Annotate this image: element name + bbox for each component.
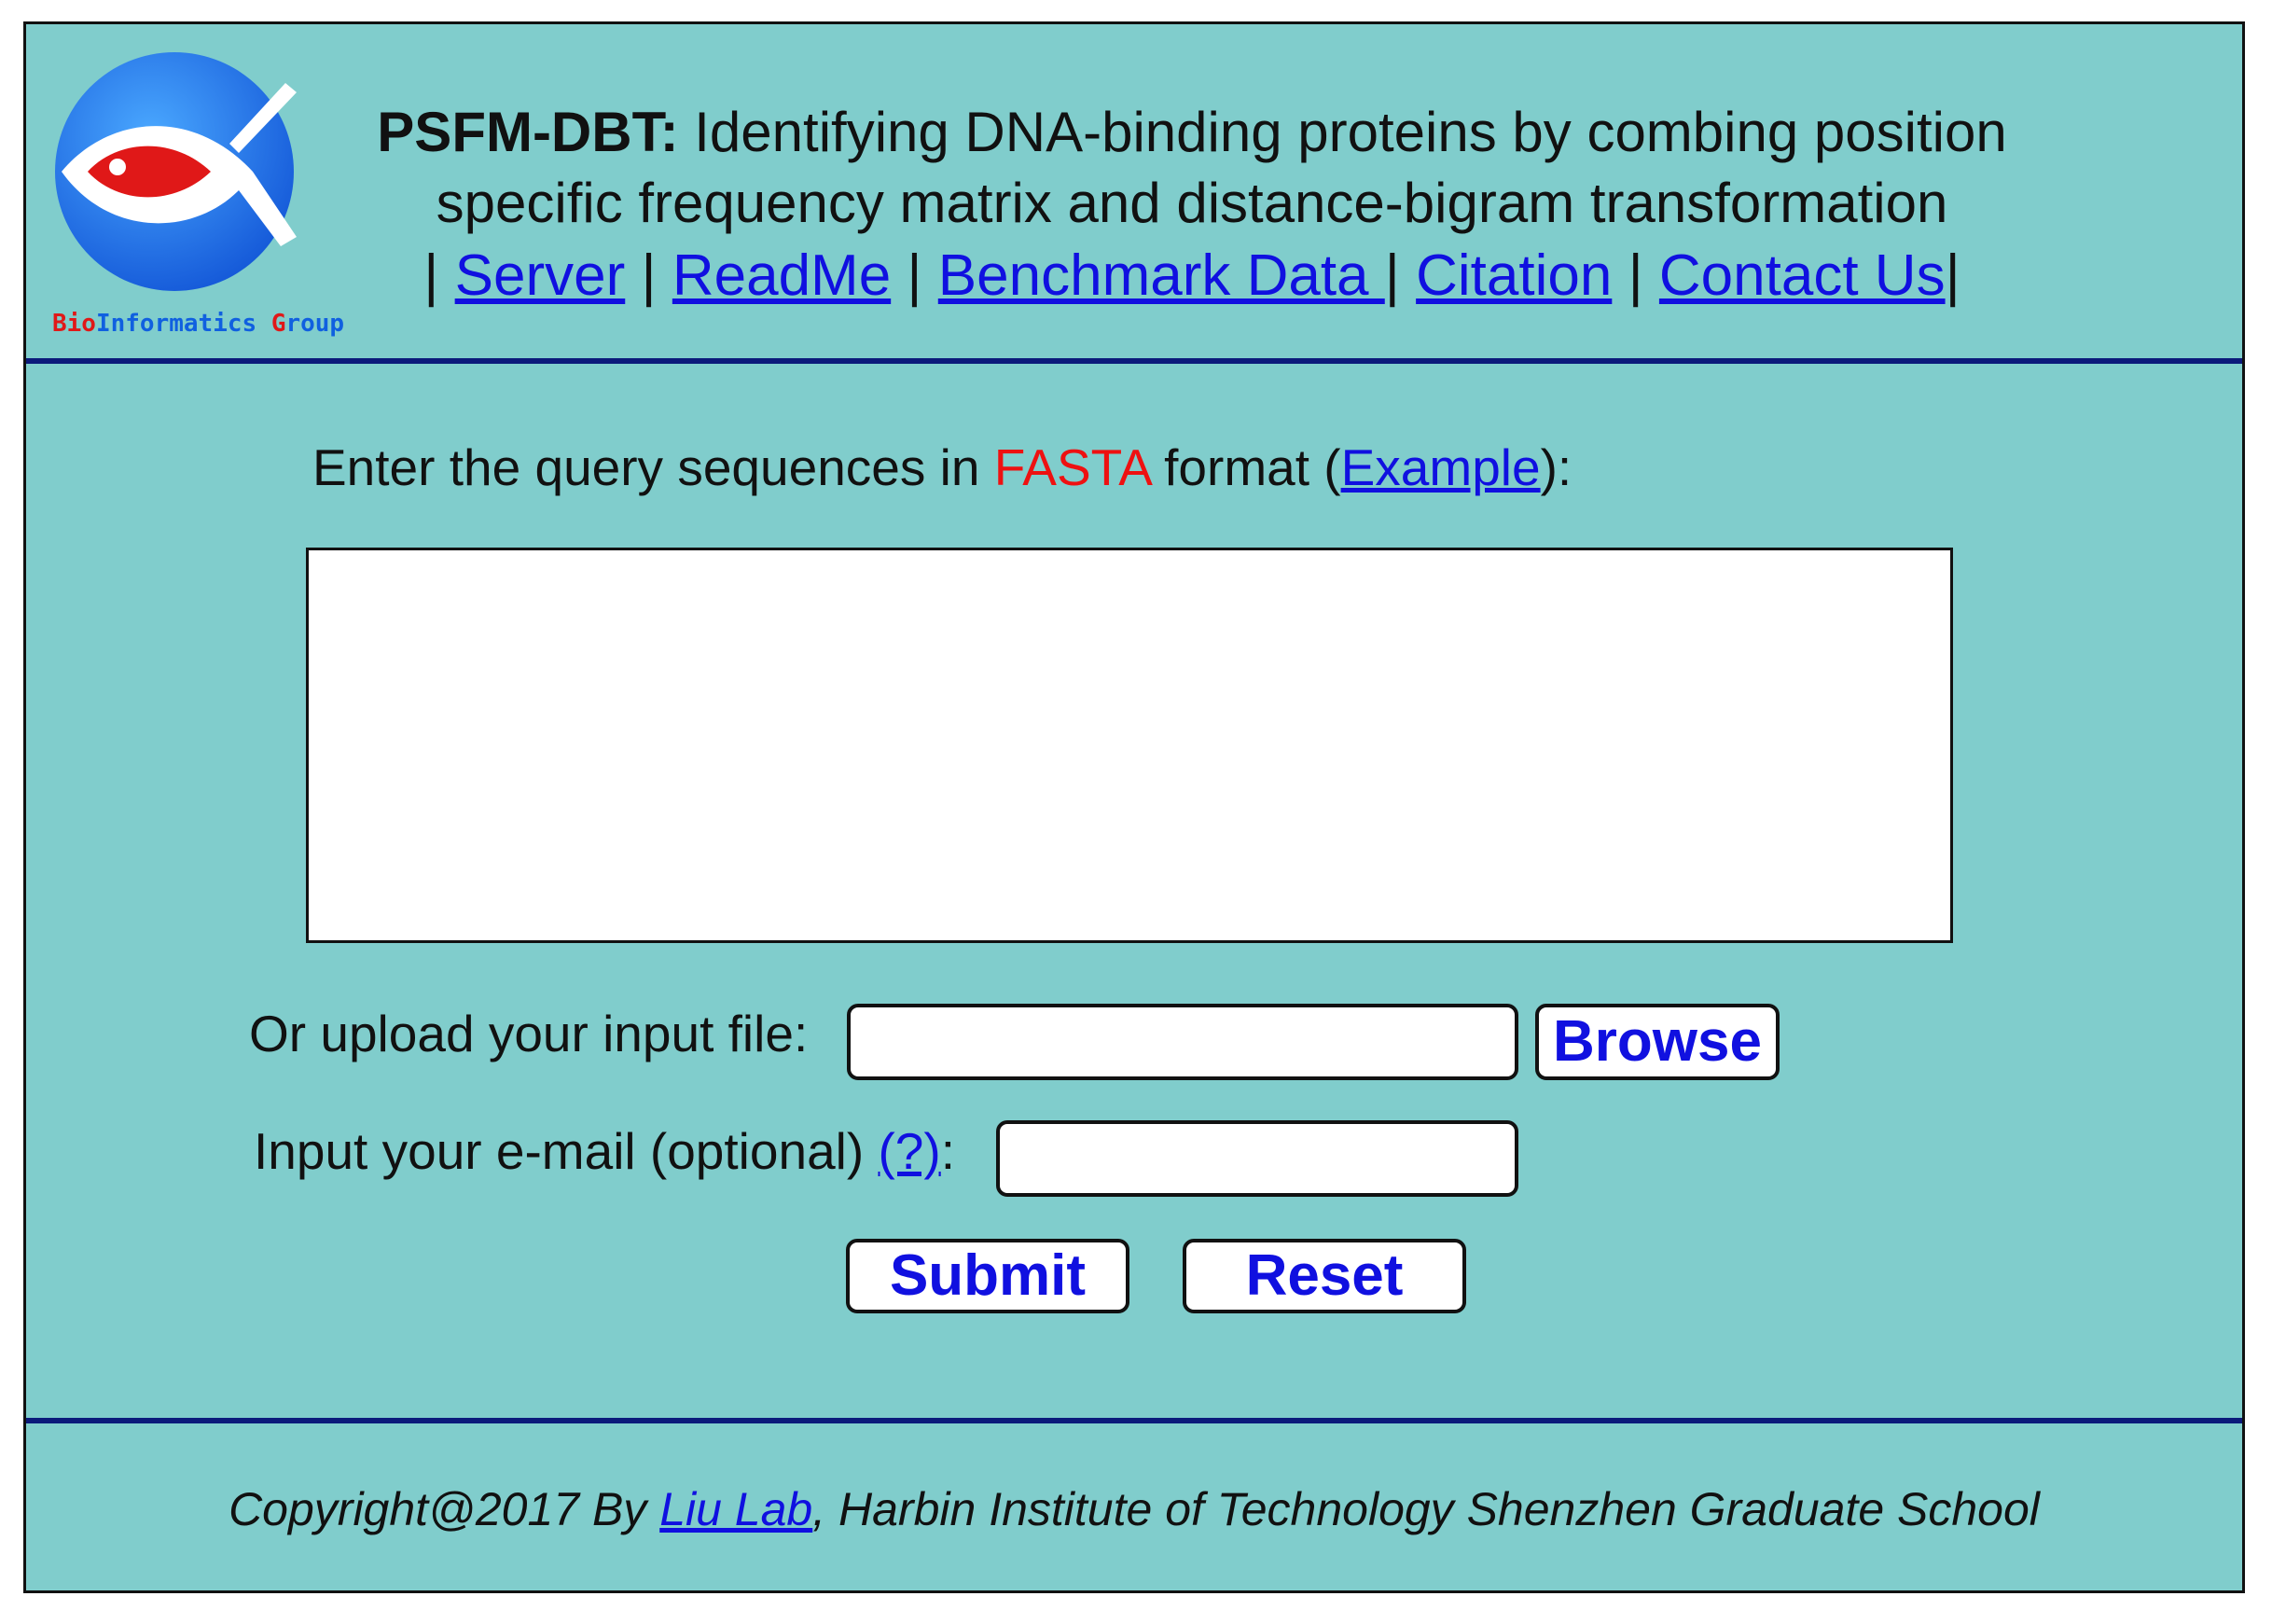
browse-button[interactable]: Browse xyxy=(1535,1004,1780,1080)
bioinformatics-logo: BioInformatics Group xyxy=(52,50,345,340)
email-help-link[interactable]: (?) xyxy=(878,1122,940,1180)
title-line-1: PSFM-DBT: Identifying DNA-binding protei… xyxy=(377,101,2007,163)
reset-button[interactable]: Reset xyxy=(1183,1239,1466,1313)
email-label: Input your e-mail (optional) (?): xyxy=(254,1122,955,1180)
footer-copyright: Copyright@2017 By Liu Lab, Harbin Instit… xyxy=(229,1483,2040,1535)
nav-link-citation[interactable]: Citation xyxy=(1416,243,1612,308)
sequence-input[interactable] xyxy=(306,548,1953,943)
nav-link-benchmark-data[interactable]: Benchmark Data xyxy=(938,243,1385,308)
liu-lab-link[interactable]: Liu Lab xyxy=(659,1483,812,1535)
upload-label: Or upload your input file: xyxy=(249,1005,809,1062)
nav-link-readme[interactable]: ReadMe xyxy=(672,243,891,308)
email-field[interactable] xyxy=(996,1120,1518,1197)
header-divider xyxy=(26,358,2242,364)
page-frame: BioInformatics Group PSFM-DBT: Identifyi… xyxy=(23,21,2245,1593)
fasta-label: FASTA xyxy=(993,438,1150,496)
top-nav: | Server | ReadMe | Benchmark Data | Cit… xyxy=(423,243,1960,308)
title-line-2: specific frequency matrix and distance-b… xyxy=(436,172,1948,234)
fish-globe-logo-icon xyxy=(55,52,297,291)
submit-button[interactable]: Submit xyxy=(846,1239,1129,1313)
nav-link-contact-us[interactable]: Contact Us xyxy=(1659,243,1946,308)
upload-file-field[interactable] xyxy=(847,1004,1518,1080)
nav-link-server[interactable]: Server xyxy=(455,243,626,308)
page-title: PSFM-DBT: Identifying DNA-binding protei… xyxy=(306,97,2078,239)
logo-caption: BioInformatics Group xyxy=(52,310,345,338)
site-name: PSFM-DBT: xyxy=(377,101,679,163)
footer-divider xyxy=(26,1418,2242,1423)
example-link[interactable]: Example xyxy=(1341,438,1541,496)
sequence-prompt: Enter the query sequences in FASTA forma… xyxy=(312,438,1572,496)
